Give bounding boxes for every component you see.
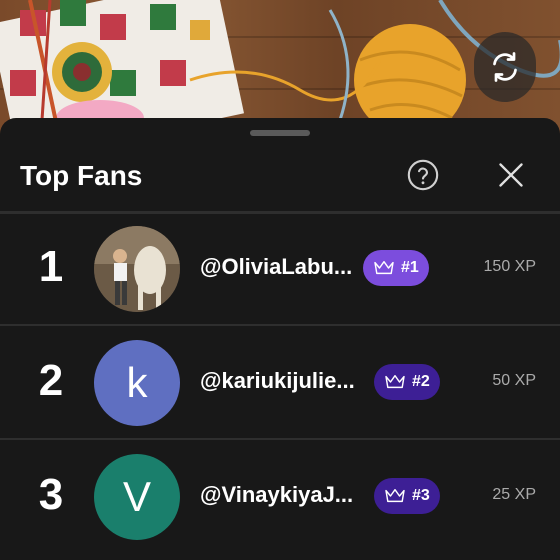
fan-xp: 50 XP <box>492 372 536 389</box>
crown-icon <box>385 374 405 389</box>
help-button[interactable] <box>404 156 442 194</box>
top-fans-sheet: Top Fans 1 @OliviaLabu... #1 150 XP 2 k … <box>0 118 560 560</box>
help-circle-icon <box>407 159 439 191</box>
avatar-photo <box>94 226 180 312</box>
row-divider <box>0 324 560 326</box>
avatar[interactable] <box>94 226 180 312</box>
fan-handle[interactable]: @VinaykiyaJ... <box>200 482 362 508</box>
rotate-icon <box>493 52 517 82</box>
fan-rank: 2 <box>38 356 64 405</box>
fan-handle[interactable]: @kariukijulie... <box>200 368 362 394</box>
close-icon <box>499 163 523 187</box>
fan-xp: 25 XP <box>492 486 536 503</box>
badge-label: #2 <box>412 373 430 390</box>
badge-label: #3 <box>412 487 430 504</box>
crown-icon <box>385 488 405 503</box>
avatar-letter: k <box>126 359 148 406</box>
crown-icon <box>374 260 394 275</box>
sheet-title: Top Fans <box>20 160 143 191</box>
fan-xp: 150 XP <box>483 258 536 275</box>
avatar-letter: V <box>122 473 151 520</box>
drag-handle[interactable] <box>250 130 310 136</box>
row-divider <box>0 438 560 440</box>
fan-handle[interactable]: @OliviaLabu... <box>200 254 362 280</box>
fan-rank-badge: #1 <box>363 250 429 286</box>
rotate-button[interactable] <box>474 32 536 102</box>
badge-label: #1 <box>401 259 419 276</box>
close-button[interactable] <box>492 156 530 194</box>
fan-rank: 3 <box>38 470 64 519</box>
fan-row-3[interactable]: 3 V @VinaykiyaJ... #3 25 XP <box>0 442 560 554</box>
fan-rank: 1 <box>38 242 64 291</box>
fan-row-2[interactable]: 2 k @kariukijulie... #2 50 XP <box>0 328 560 440</box>
fan-rank-badge: #2 <box>374 364 440 400</box>
avatar[interactable]: k <box>94 340 180 426</box>
avatar[interactable]: V <box>94 454 180 540</box>
fan-rank-badge: #3 <box>374 478 440 514</box>
fan-row-1[interactable]: 1 @OliviaLabu... #1 150 XP <box>0 214 560 326</box>
